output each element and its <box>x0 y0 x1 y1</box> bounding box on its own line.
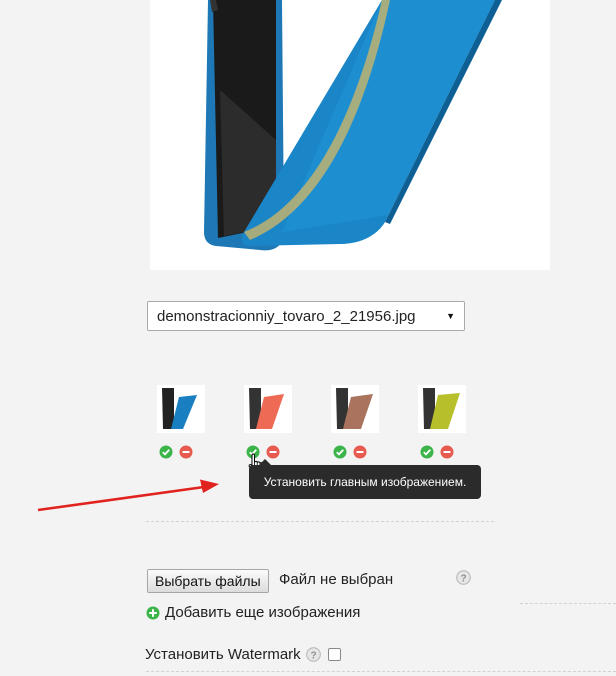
remove-minus-icon[interactable] <box>353 445 367 459</box>
image-file-select[interactable]: demonstracionniy_tovaro_2_21956.jpg ▼ <box>147 301 465 331</box>
triangle-down-icon: ▼ <box>446 311 455 321</box>
set-main-image-tooltip: Установить главным изображением. <box>249 459 481 499</box>
phone-case-illustration <box>204 0 502 251</box>
thumbnail-3-actions <box>333 445 367 459</box>
remove-minus-icon[interactable] <box>179 445 193 459</box>
thumbnail-1-actions <box>159 445 193 459</box>
annotation-arrow <box>37 479 219 512</box>
watermark-row: Установить Watermark ? <box>145 646 341 663</box>
thumbnail-1[interactable] <box>157 385 207 433</box>
thumbnail-4-actions <box>420 445 454 459</box>
thumbnail-2[interactable] <box>244 385 294 433</box>
thumbnail-3[interactable] <box>331 385 381 433</box>
main-product-image <box>150 0 550 270</box>
remove-minus-icon[interactable] <box>440 445 454 459</box>
choose-files-label: Выбрать файлы <box>155 573 261 589</box>
plus-circle-icon <box>146 606 160 619</box>
thumbnail-image <box>244 385 292 433</box>
thumbnail-image <box>331 385 379 433</box>
image-file-select-value: demonstracionniy_tovaro_2_21956.jpg <box>157 307 416 325</box>
dashed-divider <box>146 671 616 672</box>
add-more-images-label: Добавить еще изображения <box>165 604 361 621</box>
dashed-divider <box>146 521 494 522</box>
svg-text:?: ? <box>310 650 316 661</box>
thumbnail-image <box>157 385 205 433</box>
help-icon[interactable]: ? <box>305 647 321 662</box>
choose-files-button[interactable]: Выбрать файлы <box>147 569 269 593</box>
dashed-divider <box>520 603 616 604</box>
thumbnail-image <box>418 385 466 433</box>
file-status-text: Файл не выбран <box>279 571 394 588</box>
set-main-check-icon[interactable] <box>159 445 173 459</box>
watermark-label: Установить Watermark <box>145 646 301 663</box>
watermark-checkbox[interactable] <box>327 648 341 661</box>
set-main-check-icon[interactable] <box>333 445 347 459</box>
tooltip-text: Установить главным изображением. <box>263 475 467 489</box>
set-main-check-icon[interactable] <box>420 445 434 459</box>
svg-text:?: ? <box>460 573 466 584</box>
thumbnail-4[interactable] <box>418 385 468 433</box>
remove-minus-icon[interactable] <box>266 445 280 459</box>
help-icon[interactable]: ? <box>456 570 471 585</box>
add-more-images-link[interactable]: Добавить еще изображения <box>146 604 360 621</box>
